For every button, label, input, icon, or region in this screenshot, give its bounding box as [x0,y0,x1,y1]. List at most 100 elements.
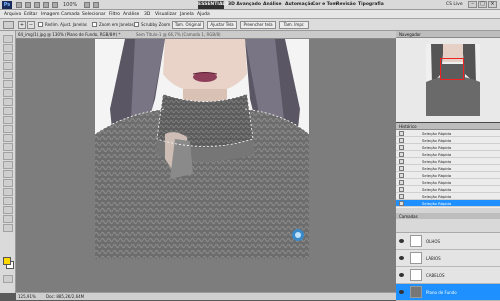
history-item[interactable]: Seleção Rápida [396,193,500,200]
layer-row[interactable]: LÁBIOS [396,250,500,267]
navigator-view-box[interactable] [440,58,464,80]
document-canvas[interactable] [95,39,309,259]
eye-icon[interactable] [399,273,404,277]
hand-view-icon[interactable] [43,2,49,8]
hand-tool-icon[interactable] [3,215,13,223]
menu-analise[interactable]: Análise [123,11,139,18]
close-icon[interactable]: × [488,1,497,8]
document-tab[interactable]: 64_img(1).jpg @ 130% (Plano de Fundo, RG… [18,31,120,39]
eraser-tool-icon[interactable] [3,125,13,133]
fit-screen-button[interactable]: Ajustar Tela [207,21,237,29]
actual-pixels-button[interactable]: Tam. Original [172,21,204,29]
screen-mode-icon[interactable] [93,2,99,8]
quick-selection-tool-icon[interactable] [3,62,13,70]
cs-live-button[interactable]: CS Live [446,1,463,9]
menu-editar[interactable]: Editar [24,11,37,18]
history-item[interactable]: Seleção Rápida [396,186,500,193]
layer-row-active[interactable]: Plano de Fundo [396,284,500,301]
history-step-icon [399,201,404,206]
menu-janela[interactable]: Janela [180,11,194,18]
workspace-analise[interactable]: Análise [263,1,282,9]
workspace-essentials[interactable]: ESSENTIALS [198,1,229,9]
gradient-tool-icon[interactable] [3,134,13,142]
history-item[interactable]: Seleção Rápida [396,158,500,165]
eye-icon[interactable] [399,239,404,243]
history-item[interactable]: Seleção Rápida [396,165,500,172]
history-step-icon [399,166,404,171]
layer-thumbnail [410,286,422,298]
zoom-level[interactable]: 100% [63,1,77,9]
blur-tool-icon[interactable] [3,143,13,151]
type-tool-icon[interactable] [3,170,13,178]
move-tool-icon[interactable] [3,35,13,43]
history-item-active[interactable]: Seleção Rápida [396,200,500,207]
photoshop-logo: Ps [2,1,12,9]
minimize-icon[interactable]: – [468,1,477,8]
resize-windows-label: Redim. Ajust. Janelas [45,22,88,27]
menu-visualizar[interactable]: Visualizar [155,11,177,18]
menu-ajuda[interactable]: Ajuda [197,11,210,18]
brush-tool-icon[interactable] [3,98,13,106]
navigator-panel-header[interactable]: Navegador [396,31,500,38]
workspace-revisao[interactable]: Revisão [336,1,356,9]
layer-thumbnail [410,269,422,281]
lasso-tool-icon[interactable] [3,53,13,61]
eye-icon[interactable] [399,290,404,294]
menu-filtro[interactable]: Filtro [109,11,120,18]
quick-mask-icon[interactable] [3,275,13,283]
menu-bar: Arquivo Editar Imagem Camada Selecionar … [0,10,500,19]
workspace-tipografia[interactable]: Tipografia [358,1,384,9]
history-item[interactable]: Seleção Rápida [396,130,500,137]
pen-tool-icon[interactable] [3,161,13,169]
eye-icon[interactable] [399,256,404,260]
history-item[interactable]: Seleção Rápida [396,151,500,158]
layer-row[interactable]: CABELOS [396,267,500,284]
layers-blend-options[interactable] [396,219,500,233]
navigator-title: Navegador [399,32,421,37]
view-extras-icon[interactable] [34,2,40,8]
document-title-hint: Sem Título-1 @ 66,7% (Camada 1, RGB/8) [136,32,221,37]
path-selection-tool-icon[interactable] [3,179,13,187]
history-item[interactable]: Seleção Rápida [396,137,500,144]
dodge-tool-icon[interactable] [3,152,13,160]
menu-camada[interactable]: Camada [61,11,80,18]
eyedropper-tool-icon[interactable] [3,80,13,88]
fill-screen-button[interactable]: Preencher tela [240,21,276,29]
zoom-all-checkbox[interactable] [92,22,97,27]
bridge-icon[interactable] [16,2,22,8]
crop-tool-icon[interactable] [3,71,13,79]
3d-rotate-tool-icon[interactable] [3,197,13,205]
zoom-out-icon[interactable]: − [27,21,35,29]
foreground-color-swatch[interactable] [3,257,11,265]
clone-stamp-tool-icon[interactable] [3,107,13,115]
history-item[interactable]: Seleção Rápida [396,179,500,186]
arrange-documents-icon[interactable] [84,2,90,8]
mini-bridge-icon[interactable] [25,2,31,8]
history-item[interactable]: Seleção Rápida [396,172,500,179]
menu-selecionar[interactable]: Selecionar [82,11,106,18]
navigator-thumbnail[interactable] [426,44,480,116]
workspace-3d[interactable]: 3D Avançado [228,1,261,9]
workspace-automacao[interactable]: Automação [285,1,313,9]
zoom-tool-icon-active[interactable] [3,224,13,232]
3d-orbit-tool-icon[interactable] [3,206,13,214]
scrubby-zoom-checkbox[interactable] [134,22,139,27]
layer-row[interactable]: OLHOS [396,233,500,250]
history-panel-header[interactable]: Histórico [396,123,500,130]
menu-imagem[interactable]: Imagem [41,11,59,18]
maximize-icon[interactable]: □ [478,1,487,8]
shape-tool-icon[interactable] [3,188,13,196]
zoom-in-icon[interactable]: + [18,21,26,29]
history-brush-tool-icon[interactable] [3,116,13,124]
resize-windows-checkbox[interactable] [38,22,43,27]
workspace-cor-e-tom[interactable]: Cor e Tom [312,1,337,9]
marquee-tool-icon[interactable] [3,44,13,52]
history-item[interactable]: Seleção Rápida [396,144,500,151]
menu-3d[interactable]: 3D [144,11,150,18]
status-bar: 125,91% Doc: 885,2K/2,64M [16,292,396,300]
healing-brush-tool-icon[interactable] [3,89,13,97]
print-size-button[interactable]: Tam. Impr. [279,21,309,29]
zoom-view-icon[interactable] [52,2,58,8]
menu-arquivo[interactable]: Arquivo [4,11,21,18]
zoom-tool-icon[interactable] [3,21,14,29]
